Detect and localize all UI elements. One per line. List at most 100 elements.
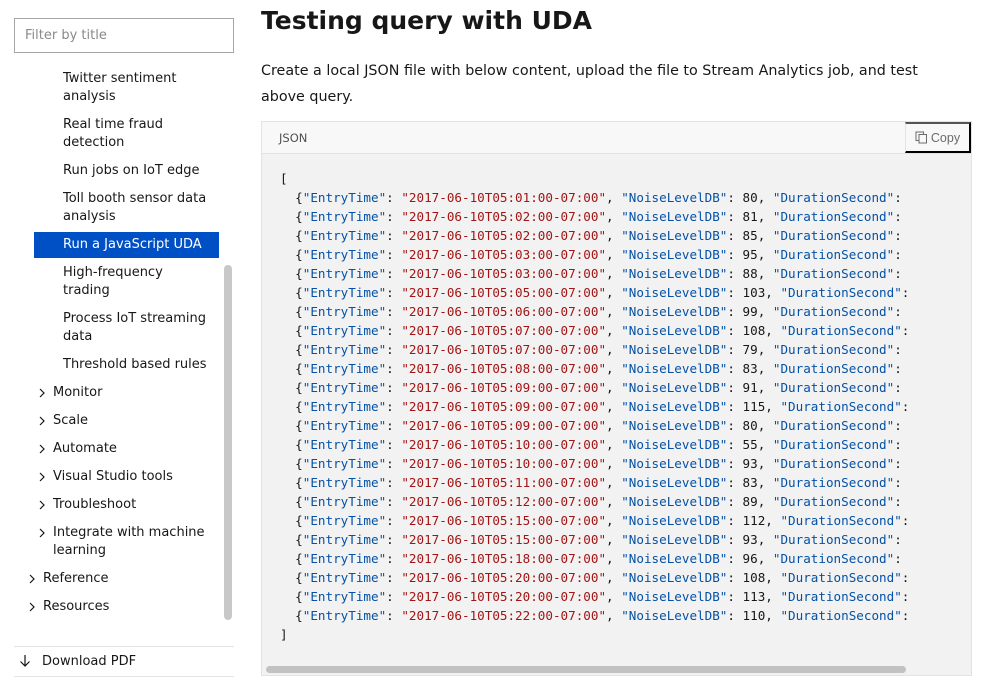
code-body[interactable]: [ {"EntryTime": "2017-06-10T05:01:00-07:…	[262, 155, 971, 643]
toc-item-twitter-sentiment[interactable]: Twitter sentiment analysis	[63, 70, 213, 106]
code-line: {"EntryTime": "2017-06-10T05:20:00-07:00…	[280, 570, 910, 585]
code-scrollbar-thumb[interactable]	[266, 666, 906, 673]
toc-group-resources[interactable]: Resources	[27, 598, 207, 616]
code-horizontal-scrollbar[interactable]	[262, 663, 971, 675]
json-string-value: "2017-06-10T05:01:00-07:00"	[401, 190, 607, 205]
json-open-bracket: [	[280, 171, 288, 186]
toc-item-process-iot[interactable]: Process IoT streaming data	[63, 310, 213, 346]
json-key: "EntryTime"	[302, 551, 387, 566]
code-line: {"EntryTime": "2017-06-10T05:15:00-07:00…	[280, 513, 910, 528]
json-key: "EntryTime"	[302, 228, 387, 243]
toc-group-monitor[interactable]: Monitor	[37, 384, 217, 402]
json-key: "NoiseLevelDB"	[621, 532, 728, 547]
json-key: "DurationSecond"	[772, 418, 895, 433]
json-number-value: 115	[742, 399, 766, 414]
toc-group-automate[interactable]: Automate	[37, 440, 217, 458]
json-key: "EntryTime"	[302, 342, 387, 357]
json-string-value: "2017-06-10T05:15:00-07:00"	[401, 532, 607, 547]
toc-item-threshold-rules[interactable]: Threshold based rules	[63, 356, 213, 374]
json-number-value: 91	[742, 380, 758, 395]
code-line: {"EntryTime": "2017-06-10T05:05:00-07:00…	[280, 285, 910, 300]
toc-group-reference[interactable]: Reference	[27, 570, 207, 588]
json-number-value: 108	[742, 323, 766, 338]
toc-item-fraud-detection[interactable]: Real time fraud detection	[63, 116, 213, 152]
toc-group-label: Resources	[43, 599, 110, 614]
code-line: {"EntryTime": "2017-06-10T05:11:00-07:00…	[280, 475, 902, 490]
toc-group-label: Monitor	[53, 385, 103, 400]
json-string-value: "2017-06-10T05:20:00-07:00"	[401, 589, 607, 604]
code-header: JSON Copy	[262, 122, 971, 154]
json-key: "NoiseLevelDB"	[621, 304, 728, 319]
toc-group-troubleshoot[interactable]: Troubleshoot	[37, 496, 217, 514]
toc-group-scale[interactable]: Scale	[37, 412, 217, 430]
json-number-value: 89	[742, 494, 758, 509]
code-line: {"EntryTime": "2017-06-10T05:18:00-07:00…	[280, 551, 902, 566]
json-string-value: "2017-06-10T05:06:00-07:00"	[401, 304, 607, 319]
copy-label: Copy	[930, 130, 961, 145]
json-string-value: "2017-06-10T05:18:00-07:00"	[401, 551, 607, 566]
download-pdf-link[interactable]: Download PDF	[18, 651, 136, 671]
toc-group-label: Reference	[43, 571, 109, 586]
json-string-value: "2017-06-10T05:15:00-07:00"	[401, 513, 607, 528]
json-key: "DurationSecond"	[772, 342, 895, 357]
toc-group-visual-studio-tools[interactable]: Visual Studio tools	[37, 468, 217, 486]
sidebar-divider	[14, 646, 234, 647]
json-number-value: 55	[742, 437, 758, 452]
code-line: {"EntryTime": "2017-06-10T05:02:00-07:00…	[280, 209, 902, 224]
code-line: {"EntryTime": "2017-06-10T05:10:00-07:00…	[280, 456, 902, 471]
json-key: "NoiseLevelDB"	[621, 513, 728, 528]
json-key: "EntryTime"	[302, 570, 387, 585]
json-number-value: 103	[742, 285, 766, 300]
json-key: "NoiseLevelDB"	[621, 209, 728, 224]
chevron-right-icon	[37, 528, 47, 538]
json-string-value: "2017-06-10T05:12:00-07:00"	[401, 494, 607, 509]
toc-item-label: Real time fraud detection	[63, 117, 164, 150]
toc-item-iot-edge[interactable]: Run jobs on IoT edge	[63, 162, 213, 180]
toc-group-machine-learning[interactable]: Integrate with machine learning	[37, 524, 215, 560]
toc-group-label: Visual Studio tools	[53, 469, 173, 484]
json-key: "NoiseLevelDB"	[621, 418, 728, 433]
code-line: {"EntryTime": "2017-06-10T05:03:00-07:00…	[280, 266, 902, 281]
code-language-label: JSON	[279, 131, 308, 145]
json-key: "NoiseLevelDB"	[621, 475, 728, 490]
sidebar: Twitter sentiment analysis Real time fra…	[0, 0, 240, 689]
json-key: "NoiseLevelDB"	[621, 399, 728, 414]
json-number-value: 88	[742, 266, 758, 281]
toc-item-toll-booth[interactable]: Toll booth sensor data analysis	[63, 190, 213, 226]
download-pdf-label: Download PDF	[42, 653, 137, 669]
sidebar-divider	[14, 676, 234, 677]
main-content: Testing query with UDA Create a local JS…	[261, 0, 976, 689]
json-number-value: 99	[742, 304, 758, 319]
json-number-value: 93	[742, 532, 758, 547]
code-line: {"EntryTime": "2017-06-10T05:07:00-07:00…	[280, 323, 910, 338]
json-key: "EntryTime"	[302, 190, 387, 205]
toc-item-javascript-uda[interactable]: Run a JavaScript UDA	[34, 232, 219, 258]
json-string-value: "2017-06-10T05:02:00-07:00"	[401, 209, 607, 224]
toc-item-label: Process IoT streaming data	[63, 311, 206, 344]
json-key: "NoiseLevelDB"	[621, 551, 728, 566]
json-key: "DurationSecond"	[772, 266, 895, 281]
json-key: "EntryTime"	[302, 456, 387, 471]
copy-icon	[915, 131, 928, 144]
json-key: "EntryTime"	[302, 437, 387, 452]
copy-button[interactable]: Copy	[905, 122, 971, 153]
filter-by-title-input[interactable]	[14, 18, 234, 53]
code-line: {"EntryTime": "2017-06-10T05:09:00-07:00…	[280, 418, 902, 433]
json-key: "DurationSecond"	[772, 304, 895, 319]
json-key: "NoiseLevelDB"	[621, 228, 728, 243]
json-key: "EntryTime"	[302, 266, 387, 281]
json-key: "DurationSecond"	[780, 513, 902, 528]
json-string-value: "2017-06-10T05:20:00-07:00"	[401, 570, 607, 585]
json-code: [ {"EntryTime": "2017-06-10T05:01:00-07:…	[280, 169, 909, 643]
json-key: "EntryTime"	[302, 513, 387, 528]
code-line: {"EntryTime": "2017-06-10T05:03:00-07:00…	[280, 247, 902, 262]
toc-scrollbar-thumb[interactable]	[224, 265, 232, 620]
json-key: "NoiseLevelDB"	[621, 570, 728, 585]
toc-group-label: Integrate with machine learning	[53, 525, 205, 558]
toc-item-high-frequency-trading[interactable]: High-frequency trading	[63, 264, 213, 300]
code-line: {"EntryTime": "2017-06-10T05:07:00-07:00…	[280, 342, 902, 357]
json-string-value: "2017-06-10T05:08:00-07:00"	[401, 361, 607, 376]
code-line: {"EntryTime": "2017-06-10T05:01:00-07:00…	[280, 190, 902, 205]
json-key: "DurationSecond"	[772, 209, 895, 224]
toc-group-label: Troubleshoot	[53, 497, 137, 512]
